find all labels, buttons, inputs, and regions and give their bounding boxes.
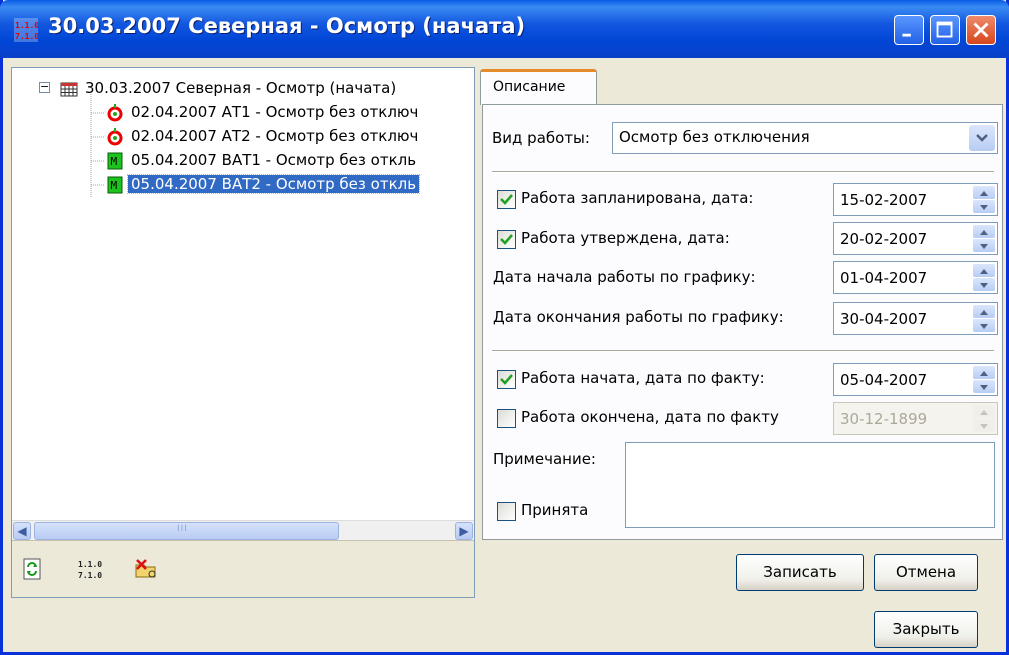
minimize-button[interactable] [894, 15, 924, 45]
calendar-icon[interactable]: 1.1.01 7.1.01 [78, 557, 107, 581]
close-button[interactable]: Закрыть [874, 611, 978, 648]
note-textarea[interactable] [625, 442, 995, 528]
refresh-icon[interactable] [20, 557, 44, 581]
red-ring-icon [106, 127, 124, 146]
approved-date-field[interactable]: 20-02-2007 [833, 222, 998, 255]
tree-panel: − 30.03.2007 Северная - Осмотр (начата) … [11, 67, 475, 598]
approved-label: Работа утверждена, дата: [521, 229, 730, 247]
approved-date-value: 20-02-2007 [840, 230, 928, 248]
spin-up-icon[interactable] [973, 186, 995, 199]
svg-text:1.1.01: 1.1.01 [78, 560, 102, 569]
separator [492, 350, 994, 352]
planned-label: Работа запланирована, дата: [521, 189, 754, 207]
note-label: Примечание: [493, 450, 596, 468]
spin-down-icon [973, 419, 995, 432]
spin-up-icon[interactable] [973, 305, 995, 318]
delete-folder-icon[interactable] [134, 557, 158, 581]
app-calendar-icon: 1.1.01 7.1.01 [14, 18, 44, 42]
bottom-bar [3, 601, 1006, 652]
spin-down-icon[interactable] [973, 319, 995, 332]
schedule-start-value: 01-04-2007 [840, 269, 928, 287]
scroll-right-icon[interactable]: ▶ [455, 522, 473, 540]
finished-label: Работа окончена, дата по факту [521, 408, 779, 426]
red-ring-icon [106, 103, 124, 122]
main-window: 1.1.01 7.1.01 30.03.2007 Северная - Осмо… [0, 0, 1009, 655]
work-type-select[interactable]: Осмотр без отключения [612, 122, 998, 154]
save-button[interactable]: Записать [736, 554, 864, 591]
maximize-icon [936, 21, 953, 38]
close-icon [973, 22, 989, 38]
schedule-start-field[interactable]: 01-04-2007 [833, 261, 998, 294]
schedule-start-label: Дата начала работы по графику: [493, 268, 756, 286]
schedule-end-label: Дата окончания работы по графику: [493, 308, 784, 326]
started-label: Работа начата, дата по факту: [521, 369, 765, 387]
scroll-grip: III [177, 524, 188, 534]
minimize-icon [902, 33, 911, 37]
green-m-icon: M [106, 176, 124, 194]
svg-text:M: M [111, 155, 118, 168]
spin-up-icon [973, 405, 995, 418]
svg-text:7.1.01: 7.1.01 [15, 32, 38, 41]
scroll-thumb[interactable]: III [34, 522, 339, 540]
title-bar[interactable]: 1.1.01 7.1.01 30.03.2007 Северная - Осмо… [0, 0, 1009, 58]
spin-up-icon[interactable] [973, 225, 995, 238]
svg-text:1.1.01: 1.1.01 [15, 21, 38, 30]
spin-down-icon[interactable] [973, 239, 995, 252]
tree-item-selected[interactable]: M 05.04.2007 ВАТ2 - Осмотр без откль [106, 172, 421, 196]
tab-description[interactable]: Описание [480, 69, 597, 105]
work-type-label: Вид работы: [492, 129, 590, 147]
started-date-value: 05-04-2007 [840, 371, 928, 389]
tree-collapse-icon[interactable]: − [39, 81, 50, 93]
spin-down-icon[interactable] [973, 200, 995, 213]
svg-text:7.1.01: 7.1.01 [78, 571, 102, 580]
spin-down-icon[interactable] [973, 380, 995, 393]
scroll-left-icon[interactable]: ◀ [13, 522, 31, 540]
chevron-down-icon[interactable] [969, 125, 995, 151]
started-checkbox[interactable] [497, 370, 516, 389]
green-m-icon: M [106, 152, 124, 170]
schedule-end-field[interactable]: 30-04-2007 [833, 302, 998, 335]
tree-item-label: 05.04.2007 ВАТ2 - Осмотр без откль [126, 174, 421, 194]
window-title: 30.03.2007 Северная - Осмотр (начата) [48, 14, 526, 38]
tree-item[interactable]: 02.04.2007 АТ1 - Осмотр без отключ [106, 100, 421, 124]
approved-checkbox[interactable] [497, 230, 516, 249]
spin-up-icon[interactable] [973, 366, 995, 379]
accepted-label: Принята [521, 501, 589, 519]
finished-date-field: 30-12-1899 [833, 402, 998, 435]
tree-root-label: 30.03.2007 Северная - Осмотр (начата) [85, 79, 397, 97]
calendar-grid-icon [60, 80, 78, 98]
planned-checkbox[interactable] [497, 190, 516, 209]
separator [492, 171, 994, 173]
schedule-end-value: 30-04-2007 [840, 310, 928, 328]
work-tree[interactable]: − 30.03.2007 Северная - Осмотр (начата) … [12, 68, 474, 538]
planned-date-field[interactable]: 15-02-2007 [833, 183, 998, 216]
maximize-button[interactable] [930, 15, 960, 45]
spin-up-icon[interactable] [973, 264, 995, 277]
svg-text:M: M [111, 179, 118, 192]
spin-down-icon[interactable] [973, 278, 995, 291]
tree-toolbar: 1.1.01 7.1.01 [12, 540, 474, 597]
tree-item-label: 02.04.2007 АТ1 - Осмотр без отключ [131, 103, 419, 121]
tree-item-label: 05.04.2007 ВАТ1 - Осмотр без откль [131, 151, 417, 169]
tree-item-label: 02.04.2007 АТ2 - Осмотр без отключ [131, 127, 419, 145]
tree-item[interactable]: 02.04.2007 АТ2 - Осмотр без отключ [106, 124, 421, 148]
tree-item[interactable]: M 05.04.2007 ВАТ1 - Осмотр без откль [106, 148, 419, 172]
accepted-checkbox[interactable] [497, 502, 516, 521]
work-type-value: Осмотр без отключения [619, 128, 810, 146]
tree-root[interactable]: 30.03.2007 Северная - Осмотр (начата) [60, 76, 399, 100]
finished-date-value: 30-12-1899 [840, 410, 928, 428]
started-date-field[interactable]: 05-04-2007 [833, 363, 998, 396]
tree-hscrollbar[interactable]: ◀ III ▶ [12, 520, 474, 541]
cancel-button[interactable]: Отмена [874, 554, 978, 591]
finished-checkbox[interactable] [497, 409, 516, 428]
close-window-button[interactable] [966, 15, 996, 45]
planned-date-value: 15-02-2007 [840, 191, 928, 209]
